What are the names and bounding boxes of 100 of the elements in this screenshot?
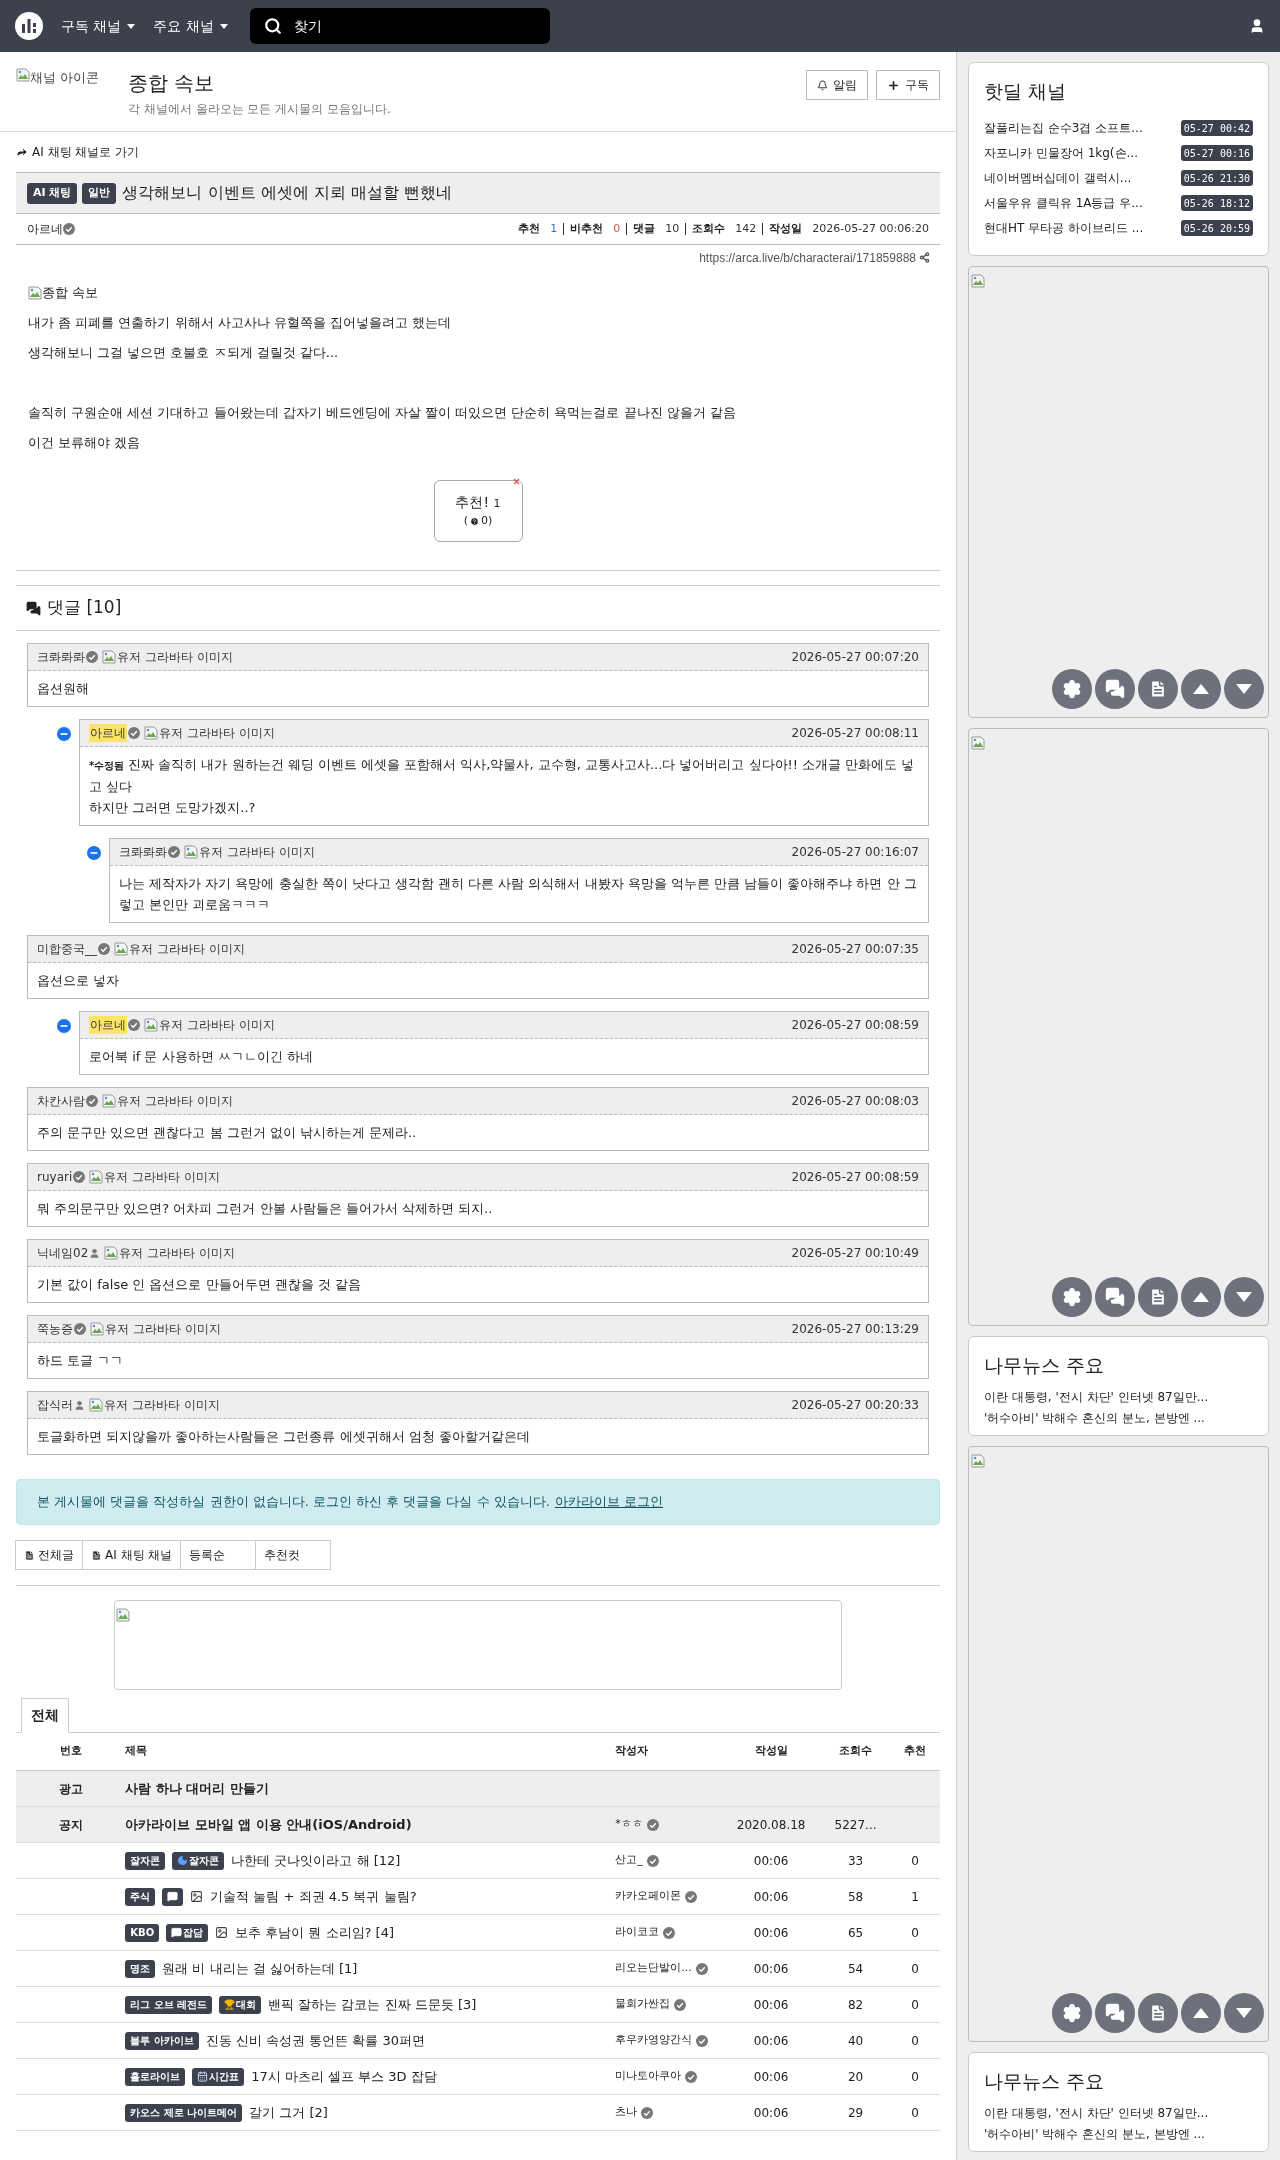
check-badge-icon (674, 1998, 687, 2011)
post-author[interactable]: *ㅎㅎ (615, 1816, 643, 1833)
post-title[interactable]: 기술적 눌림 + 죄권 4.5 복귀 눌림? (210, 1886, 417, 1907)
comment-author[interactable]: 차칸사람 (37, 1092, 85, 1110)
post-author[interactable]: 리오는단발이... (615, 1960, 692, 1977)
settings-button[interactable] (1052, 1276, 1092, 1317)
article-url[interactable]: https://arca.live/b/characterai/171859888 (699, 248, 916, 267)
document-button[interactable] (1138, 668, 1178, 709)
hotdeal-link[interactable]: 서울우유 클릭유 1A등급 우... (984, 194, 1143, 212)
post-title[interactable]: 보추 후남이 뭔 소리임? [4] (235, 1922, 394, 1943)
comment-author[interactable]: 미합중국__ (37, 940, 97, 958)
settings-button[interactable] (1052, 668, 1092, 709)
scroll-up-button[interactable] (1181, 668, 1221, 709)
article-paragraph: 이건 보류해야 겠음 (28, 434, 142, 452)
comment-time: 2026-05-27 00:08:03 (791, 1093, 919, 1110)
row-number: 공지 (58, 1817, 83, 1832)
post-title[interactable]: 나한테 굿나잇이라고 해 [12] (231, 1850, 401, 1871)
category-tag[interactable] (162, 1887, 184, 1906)
caret-down-icon (127, 23, 136, 29)
post-author[interactable]: 미나토아쿠아 (615, 2068, 682, 2085)
scroll-up-button[interactable] (1181, 1276, 1221, 1317)
hotdeal-link[interactable]: 잘풀리는집 순수3겹 소프트... (984, 119, 1143, 137)
search-field[interactable]: 찾기 (249, 8, 550, 44)
nav-dropdown[interactable]: 구독 채널 (61, 15, 136, 37)
post-author[interactable]: 츠나 (615, 2104, 638, 2121)
chat-bubbles-button[interactable] (1095, 1276, 1135, 1317)
category-tag[interactable]: AI 채팅 (27, 182, 78, 204)
document-button[interactable] (1138, 1992, 1178, 2033)
category-tag[interactable]: 잘자콘 (172, 1851, 225, 1870)
post-title[interactable]: 17시 마츠리 셀프 부스 3D 잡담 (251, 2066, 437, 2087)
post-date: 00:06 (753, 1997, 789, 2012)
board-button[interactable]: 추천컷 (255, 1540, 332, 1570)
comment-author[interactable]: 크롸롸롸 (119, 843, 167, 861)
board-button[interactable]: 전체글 (15, 1540, 83, 1570)
category-tag[interactable]: 주식 (125, 1887, 156, 1906)
category-tag[interactable]: 시간표 (192, 2067, 245, 2086)
category-tag[interactable]: 리그 오브 레전드 (125, 1995, 213, 2014)
post-author[interactable]: 카카오페이몬 (615, 1888, 682, 1905)
post-author[interactable]: 물회가싼집 (615, 1996, 671, 2013)
close-icon[interactable] (512, 478, 520, 485)
news-link[interactable]: 이란 대통령, '전시 차단' 인터넷 87일만... (984, 2103, 1253, 2124)
hotdeal-link[interactable]: 현대HT 무타공 하이브리드 ... (984, 219, 1144, 237)
stat-label: 조회수 (692, 220, 726, 237)
scroll-down-button[interactable] (1224, 1992, 1264, 2033)
category-tag[interactable]: 블루 아카이브 (125, 2031, 199, 2050)
list-tab[interactable]: 전체 (21, 1698, 69, 1733)
category-tag[interactable]: 명조 (125, 1959, 156, 1978)
comment-time: 2026-05-27 00:08:11 (791, 725, 919, 742)
category-tag[interactable]: 카오스 제로 나이트메어 (125, 2103, 243, 2122)
comment-author[interactable]: 쭉농증 (37, 1320, 73, 1338)
site-logo[interactable] (15, 12, 43, 40)
share-icon[interactable] (919, 252, 930, 263)
news-link[interactable]: '허수아비' 박해수 혼신의 분노, 본방엔 ... (984, 2124, 1253, 2145)
post-title[interactable]: 원래 비 내리는 걸 싫어하는데 [1] (162, 1958, 358, 1979)
subscribe-button[interactable]: 구독 (876, 70, 940, 100)
article-author[interactable]: 아르네 (27, 220, 63, 238)
reply-icon (87, 846, 101, 860)
category-tag[interactable]: 잡담 (166, 1923, 209, 1942)
comment-author[interactable]: 크롸롸롸 (37, 648, 85, 666)
document-button[interactable] (1138, 1276, 1178, 1317)
stat-value: 2026-05-27 00:06:20 (812, 220, 929, 237)
comment-author[interactable]: 아르네 (89, 724, 127, 742)
post-title[interactable]: 밴픽 잘하는 감코는 진짜 드문듯 [3] (268, 1994, 477, 2015)
board-button[interactable]: AI 채팅 채널 (82, 1540, 182, 1570)
scroll-down-button[interactable] (1224, 668, 1264, 709)
comment-text: 나는 제작자가 자기 욕망에 충실한 쪽이 낫다고 생각함 괜히 다른 사람 의식해서 내봤자 욕망을 억누른 만큼 남들이 좋아해주냐 하면 안 그렇고 본인만 괴로움ㅋㅋㅋ (118, 875, 918, 914)
back-link[interactable]: AI 채팅 채널로 가기 (32, 143, 140, 161)
scroll-up-button[interactable] (1181, 1992, 1221, 2033)
user-icon[interactable] (1249, 18, 1265, 34)
time-tag: 05-26 21:30 (1180, 170, 1253, 186)
category-tag[interactable]: 대회 (219, 1995, 262, 2014)
post-author[interactable]: 라이코코 (615, 1924, 660, 1941)
hotdeal-link[interactable]: 네이버멤버십데이 갤럭시... (984, 169, 1132, 187)
post-author[interactable]: 후우카영양간식 (615, 2032, 693, 2049)
nav-dropdown[interactable]: 주요 채널 (153, 15, 228, 37)
comment-author[interactable]: 닉네임02 (37, 1244, 89, 1262)
category-tag[interactable]: KBO (125, 1923, 160, 1942)
chat-bubbles-button[interactable] (1095, 1992, 1135, 2033)
post-author[interactable]: 산고_ (615, 1852, 643, 1869)
check-badge-icon (685, 2070, 698, 2083)
category-tag[interactable]: 일반 (82, 182, 117, 204)
notification-button[interactable]: 알림 (806, 70, 868, 100)
category-tag[interactable]: 홀로라이브 (125, 2067, 186, 2086)
settings-button[interactable] (1052, 1992, 1092, 2033)
board-button[interactable]: 등록순 (180, 1540, 257, 1570)
post-title[interactable]: 진동 신비 속성권 통언뜬 확률 30퍼면 (205, 2030, 425, 2051)
post-title[interactable]: 사람 하나 대머리 만들기 (125, 1778, 269, 1799)
recommend-button[interactable]: 추천! 1 ( 0) (433, 480, 523, 542)
news-link[interactable]: 이란 대통령, '전시 차단' 인터넷 87일만... (984, 1387, 1253, 1408)
login-link[interactable]: 아카라이브 로그인 (554, 1492, 663, 1512)
comment-author[interactable]: 잡식러 (37, 1396, 73, 1414)
comment-author[interactable]: ruyari (37, 1168, 73, 1186)
category-tag[interactable]: 잘자콘 (125, 1851, 166, 1870)
hotdeal-link[interactable]: 자포니카 민물장어 1kg(손... (984, 144, 1138, 162)
chat-bubbles-button[interactable] (1095, 668, 1135, 709)
comment-author[interactable]: 아르네 (89, 1016, 127, 1034)
post-title[interactable]: 아카라이브 모바일 앱 이용 안내(iOS/Android) (125, 1814, 412, 1835)
news-link[interactable]: '허수아비' 박해수 혼신의 분노, 본방엔 ... (984, 1408, 1253, 1429)
scroll-down-button[interactable] (1224, 1276, 1264, 1317)
post-title[interactable]: 갈기 그거 [2] (249, 2102, 328, 2123)
